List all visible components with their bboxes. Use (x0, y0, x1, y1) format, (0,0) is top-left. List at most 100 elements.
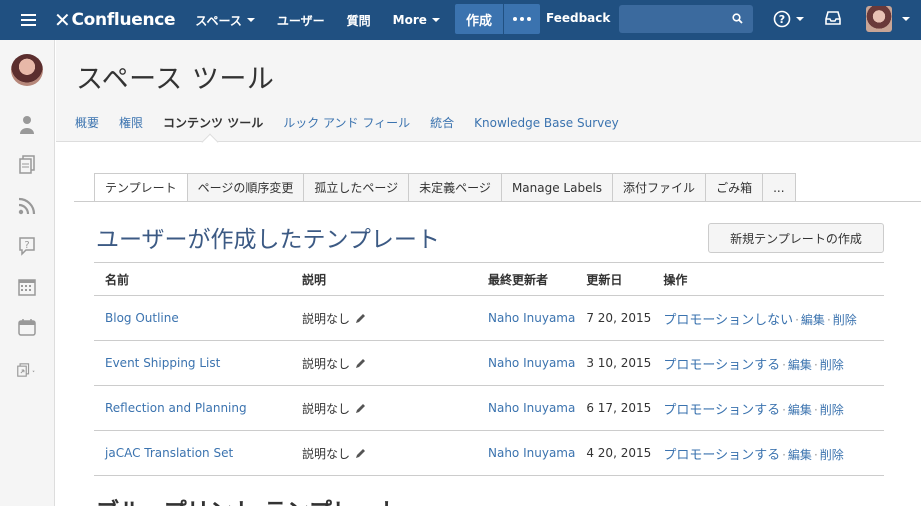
section-title: ユーザーが作成したテンプレート (96, 227, 440, 253)
tab-orphaned-pages[interactable]: 孤立したページ (304, 173, 410, 202)
space-tools-nav: 概要 権限 コンテンツ ツール ルック アンド フィール 統合 Knowledg… (56, 104, 921, 142)
delete-link[interactable]: 削除 (833, 313, 857, 327)
updated-by-link[interactable]: Naho Inuyama (488, 311, 575, 325)
dot (527, 17, 531, 21)
tab-reorder-pages[interactable]: ページの順序変更 (187, 173, 305, 202)
templates-table: 名前 説明 最終更新者 更新日 操作 Blog Outline 説明なし Nah… (94, 262, 884, 476)
logo-text: Confluence (71, 10, 176, 30)
promote-link[interactable]: プロモーションする (663, 358, 780, 373)
help-button[interactable]: ? (773, 10, 804, 28)
updated-by-link[interactable]: Naho Inuyama (488, 446, 575, 460)
separator: · (782, 357, 786, 372)
space-shortcuts-icon[interactable] (17, 360, 37, 380)
updated-date: 4 20, 2015 (575, 430, 653, 476)
nav-spaces[interactable]: スペース (195, 12, 255, 29)
menu-icon[interactable] (0, 0, 56, 40)
separator: · (782, 402, 786, 417)
rss-icon[interactable] (17, 196, 37, 216)
space-avatar[interactable] (11, 54, 43, 86)
user-avatar[interactable] (866, 6, 892, 32)
tab-attachments[interactable]: 添付ファイル (613, 173, 707, 202)
pencil-icon[interactable] (354, 313, 366, 325)
table-row: Reflection and Planning 説明なし Naho Inuyam… (94, 385, 884, 431)
calendar-icon[interactable] (17, 317, 37, 337)
tab-more[interactable]: ... (763, 173, 796, 202)
pencil-icon[interactable] (354, 403, 366, 415)
delete-link[interactable]: 削除 (820, 448, 844, 462)
content-tools-tabs: テンプレート ページの順序変更 孤立したページ 未定義ページ Manage La… (94, 173, 796, 202)
updated-date: 3 10, 2015 (575, 340, 653, 386)
col-updated-by[interactable]: 最終更新者 (477, 262, 576, 296)
question-icon[interactable]: ? (17, 236, 37, 256)
pages-icon[interactable] (17, 155, 37, 175)
subnav-content-tools[interactable]: コンテンツ ツール (163, 114, 263, 131)
subnav-kb-survey[interactable]: Knowledge Base Survey (474, 116, 619, 130)
nav-people[interactable]: ユーザー (277, 12, 325, 29)
page-header: スペース ツール (56, 40, 921, 104)
tab-divider (74, 201, 921, 202)
template-name-link[interactable]: Reflection and Planning (105, 401, 247, 415)
tab-undefined-pages[interactable]: 未定義ページ (409, 173, 502, 202)
separator: · (826, 312, 831, 327)
tab-trash[interactable]: ごみ箱 (706, 173, 764, 202)
delete-link[interactable]: 削除 (820, 403, 844, 417)
nav-people-label: ユーザー (276, 13, 325, 28)
edit-link[interactable]: 編集 (788, 448, 812, 462)
confluence-x-icon: ✕ (54, 8, 71, 32)
subnav-overview[interactable]: 概要 (75, 114, 99, 131)
edit-link[interactable]: 編集 (788, 403, 812, 417)
subnav-permissions[interactable]: 権限 (119, 114, 143, 131)
search-icon (732, 13, 743, 24)
separator: · (795, 312, 799, 327)
template-description: 説明なし (302, 356, 351, 371)
separator: · (813, 357, 818, 372)
col-description[interactable]: 説明 (291, 262, 477, 296)
col-name[interactable]: 名前 (94, 262, 291, 296)
top-nav: ✕ Confluence スペース ユーザー 質問 More 作成 Feedba… (0, 0, 921, 40)
feedback-link[interactable]: Feedback (546, 11, 610, 25)
edit-link[interactable]: 編集 (801, 313, 825, 327)
chevron-down-icon[interactable] (902, 17, 910, 21)
template-description: 説明なし (302, 311, 351, 326)
search-input[interactable] (619, 5, 753, 33)
subnav-integrations[interactable]: 統合 (430, 114, 454, 131)
create-more-button[interactable] (504, 4, 540, 34)
updated-by-link[interactable]: Naho Inuyama (488, 401, 575, 415)
new-template-button[interactable]: 新規テンプレートの作成 (708, 223, 884, 253)
calendar-grid-icon[interactable] (17, 277, 37, 297)
template-description: 説明なし (302, 446, 351, 461)
col-actions: 操作 (652, 262, 884, 296)
promote-link[interactable]: プロモーションする (663, 448, 780, 463)
template-name-link[interactable]: Event Shipping List (105, 356, 220, 370)
tab-manage-labels[interactable]: Manage Labels (501, 173, 614, 202)
help-icon: ? (773, 10, 791, 28)
sidebar: ? ··· (0, 40, 60, 506)
edit-link[interactable]: 編集 (788, 358, 812, 372)
page-title: スペース ツール (76, 64, 275, 95)
template-name-link[interactable]: jaCAC Translation Set (105, 446, 233, 460)
pencil-icon[interactable] (354, 448, 366, 460)
create-button[interactable]: 作成 (455, 4, 503, 34)
nav-more-label: More (392, 13, 427, 27)
pencil-icon[interactable] (354, 358, 366, 370)
updated-date: 7 20, 2015 (575, 295, 653, 341)
delete-link[interactable]: 削除 (820, 358, 844, 372)
template-name-link[interactable]: Blog Outline (105, 311, 179, 325)
people-icon[interactable] (17, 115, 37, 135)
dot (520, 17, 524, 21)
confluence-logo[interactable]: ✕ Confluence (54, 8, 176, 32)
svg-text:?: ? (24, 240, 29, 251)
col-date[interactable]: 更新日 (575, 262, 653, 296)
updated-by-link[interactable]: Naho Inuyama (488, 356, 575, 370)
subnav-look-and-feel[interactable]: ルック アンド フィール (283, 114, 410, 131)
notifications-button[interactable] (824, 10, 842, 30)
promote-link[interactable]: プロモーションしない (663, 313, 793, 328)
nav-more[interactable]: More (393, 13, 440, 27)
chevron-down-icon (431, 18, 440, 22)
blueprint-section-title: ブループリント テンプレート (96, 492, 401, 506)
main-content: スペース ツール 概要 権限 コンテンツ ツール ルック アンド フィール 統合… (56, 40, 921, 506)
separator: · (813, 447, 818, 462)
nav-questions[interactable]: 質問 (347, 12, 371, 29)
promote-link[interactable]: プロモーションする (663, 403, 780, 418)
tab-templates[interactable]: テンプレート (94, 173, 188, 202)
